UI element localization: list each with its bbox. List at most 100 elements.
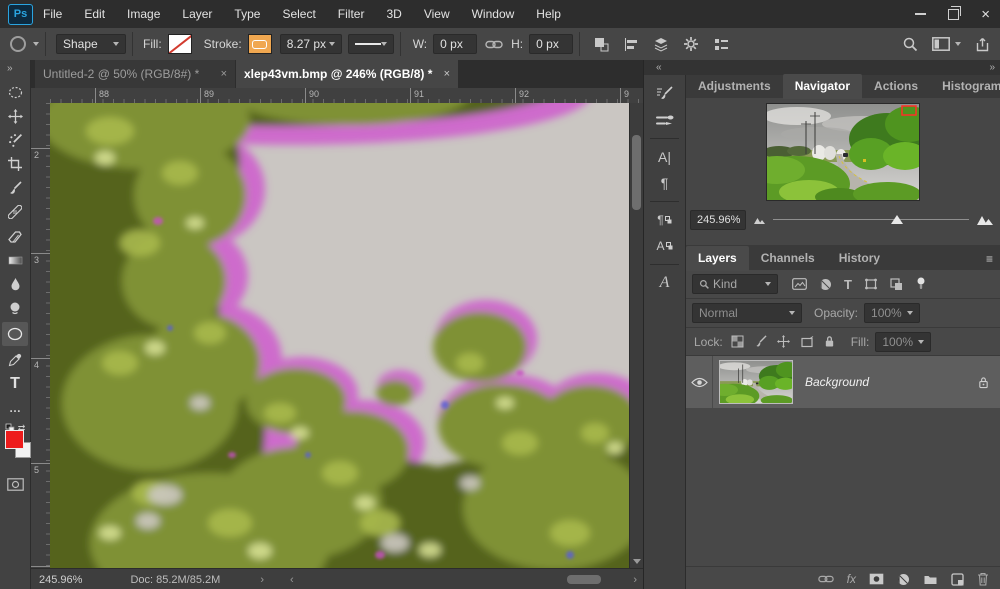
status-menu-chevron[interactable]: › bbox=[260, 574, 264, 586]
move-tool[interactable] bbox=[0, 104, 30, 128]
vertical-ruler[interactable]: 2 3 4 5 6 bbox=[31, 103, 51, 568]
scroll-left-arrow[interactable]: ‹ bbox=[290, 574, 294, 586]
character-panel-icon[interactable]: A| bbox=[644, 144, 685, 170]
tab-close-icon[interactable]: × bbox=[221, 68, 227, 80]
scroll-right-arrow[interactable]: › bbox=[633, 574, 637, 586]
layer-style-fx-icon[interactable]: fx bbox=[847, 572, 856, 586]
canvas[interactable] bbox=[50, 103, 629, 568]
lock-artboard-icon[interactable] bbox=[800, 335, 814, 348]
width-input[interactable]: 0 px bbox=[433, 34, 478, 54]
new-layer-icon[interactable] bbox=[951, 572, 964, 586]
delete-layer-trash-icon[interactable] bbox=[977, 572, 989, 586]
filter-adjustment-layers-icon[interactable] bbox=[819, 278, 832, 291]
filter-smart-objects-icon[interactable] bbox=[890, 277, 903, 291]
layer-name[interactable]: Background bbox=[805, 375, 869, 389]
vertical-scrollbar[interactable] bbox=[629, 103, 644, 568]
new-group-folder-icon[interactable] bbox=[923, 574, 938, 585]
tab-actions[interactable]: Actions bbox=[862, 74, 930, 99]
menu-layer[interactable]: Layer bbox=[182, 7, 212, 21]
layer-locked-icon[interactable] bbox=[978, 376, 989, 389]
filter-type-layers-icon[interactable]: T bbox=[844, 277, 852, 292]
brush-tool[interactable] bbox=[0, 176, 30, 200]
document-tab-active[interactable]: xlep43vm.bmp @ 246% (RGB/8) * × bbox=[236, 60, 458, 88]
stroke-style-select[interactable] bbox=[347, 34, 394, 54]
healing-brush-tool[interactable] bbox=[0, 200, 30, 224]
tab-history[interactable]: History bbox=[827, 246, 892, 271]
menu-type[interactable]: Type bbox=[234, 7, 260, 21]
tab-close-icon[interactable]: × bbox=[444, 68, 450, 80]
restore-button[interactable] bbox=[948, 5, 962, 20]
blend-mode-select[interactable]: Normal bbox=[692, 303, 802, 323]
tab-channels[interactable]: Channels bbox=[749, 246, 827, 271]
ellipse-shape-tool[interactable] bbox=[2, 322, 28, 346]
foreground-color-swatch[interactable] bbox=[5, 430, 24, 449]
link-layers-icon[interactable] bbox=[817, 575, 834, 583]
layer-thumbnail[interactable] bbox=[719, 360, 793, 404]
workspace-switcher[interactable] bbox=[932, 37, 961, 51]
navigator-zoom-field[interactable]: 245.96% bbox=[690, 210, 746, 230]
type-tool[interactable]: T bbox=[0, 372, 30, 396]
vertical-scrollbar-thumb[interactable] bbox=[632, 135, 641, 210]
gear-button[interactable] bbox=[676, 32, 706, 56]
more-tools-button[interactable]: … bbox=[0, 396, 30, 420]
path-operations-button[interactable] bbox=[586, 32, 616, 56]
menu-file[interactable]: File bbox=[43, 7, 62, 21]
tab-adjustments[interactable]: Adjustments bbox=[686, 74, 783, 99]
glyphs-panel-icon[interactable]: A bbox=[644, 270, 685, 296]
horizontal-scrollbar-thumb[interactable] bbox=[567, 575, 602, 584]
filter-pixel-layers-icon[interactable] bbox=[792, 278, 807, 290]
menu-image[interactable]: Image bbox=[127, 7, 160, 21]
layer-filter-select[interactable]: Kind bbox=[692, 274, 778, 294]
link-dimensions-icon[interactable] bbox=[485, 40, 503, 49]
close-button[interactable]: × bbox=[981, 6, 990, 23]
filter-toggle-pin-icon[interactable] bbox=[917, 277, 925, 291]
slider-thumb[interactable] bbox=[890, 215, 903, 224]
layer-visibility-eye-icon[interactable] bbox=[690, 377, 708, 388]
path-alignment-button[interactable] bbox=[616, 32, 646, 56]
stroke-width-input[interactable]: 8.27 px bbox=[279, 34, 342, 54]
document-tab-inactive[interactable]: Untitled-2 @ 50% (RGB/8#) * × bbox=[35, 60, 235, 88]
lock-all-icon[interactable] bbox=[824, 335, 835, 348]
add-layer-mask-icon[interactable] bbox=[869, 573, 884, 585]
menu-window[interactable]: Window bbox=[472, 7, 515, 21]
eraser-tool[interactable] bbox=[0, 224, 30, 248]
tab-layers[interactable]: Layers bbox=[686, 246, 749, 271]
toolbar-expand-button[interactable]: » bbox=[0, 60, 30, 80]
gradient-tool[interactable] bbox=[0, 248, 30, 272]
dodge-tool[interactable] bbox=[0, 296, 30, 320]
paragraph-styles-panel-icon[interactable]: ¶ bbox=[644, 207, 685, 233]
elliptical-marquee-tool[interactable] bbox=[0, 80, 30, 104]
filter-shape-layers-icon[interactable] bbox=[864, 278, 878, 290]
lock-position-icon[interactable] bbox=[776, 335, 790, 348]
minimize-button[interactable] bbox=[915, 13, 927, 15]
menu-help[interactable]: Help bbox=[536, 7, 561, 21]
zoom-out-mountains-icon[interactable] bbox=[754, 217, 765, 224]
menu-3d[interactable]: 3D bbox=[386, 7, 401, 21]
tool-preset-picker[interactable] bbox=[8, 34, 39, 54]
quick-mask-button[interactable] bbox=[0, 472, 30, 496]
share-icon[interactable] bbox=[975, 37, 990, 52]
tab-histogram[interactable]: Histogram bbox=[930, 74, 1000, 99]
navigator-zoom-slider[interactable] bbox=[773, 213, 969, 227]
menu-edit[interactable]: Edit bbox=[84, 7, 105, 21]
crop-tool[interactable] bbox=[0, 152, 30, 176]
tool-mode-select[interactable]: Shape bbox=[56, 34, 126, 54]
horizontal-scrollbar[interactable] bbox=[298, 573, 630, 586]
opacity-input[interactable]: 100% bbox=[864, 303, 921, 323]
lock-pixels-brush-icon[interactable] bbox=[754, 335, 767, 348]
menu-select[interactable]: Select bbox=[282, 7, 315, 21]
search-icon[interactable] bbox=[902, 36, 918, 52]
collapse-panels-right-icon[interactable]: » bbox=[989, 62, 995, 73]
brush-settings-panel-icon[interactable] bbox=[644, 81, 685, 107]
path-arrangement-button[interactable] bbox=[646, 32, 676, 56]
scroll-down-arrow-icon[interactable] bbox=[633, 559, 641, 564]
add-adjustment-layer-icon[interactable] bbox=[897, 573, 910, 586]
ps-logo[interactable]: Ps bbox=[8, 3, 33, 25]
lock-transparency-icon[interactable] bbox=[731, 335, 744, 348]
panel-menu-icon[interactable]: ≡ bbox=[986, 252, 993, 266]
menu-filter[interactable]: Filter bbox=[338, 7, 365, 21]
menu-view[interactable]: View bbox=[424, 7, 450, 21]
navigator-preview[interactable] bbox=[740, 103, 933, 212]
magic-wand-tool[interactable] bbox=[0, 128, 30, 152]
constrain-toggle-button[interactable] bbox=[706, 32, 736, 56]
